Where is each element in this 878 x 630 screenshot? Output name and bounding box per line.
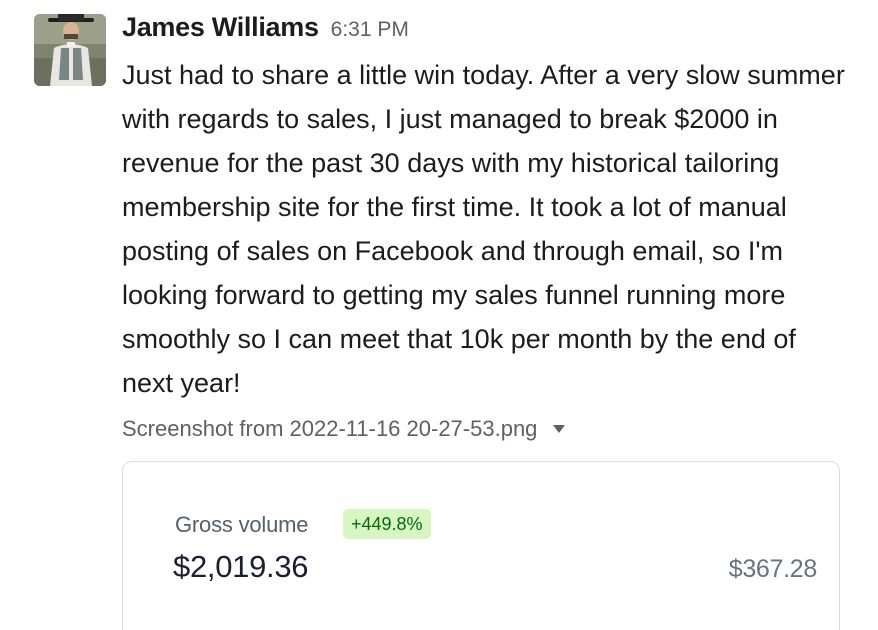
message-text: Just had to share a little win today. Af… [122,60,845,398]
metric-previous-value: $367.28 [728,555,818,583]
caret-down-icon[interactable] [553,425,566,433]
author-name[interactable]: James Williams [122,12,319,42]
user-avatar[interactable] [34,14,106,86]
message: James Williams 6:31 PM Just had to share … [0,0,878,630]
metric-value: $2,019.36 [173,549,309,584]
message-header: James Williams 6:31 PM [122,12,409,43]
metric-change-badge: +449.8% [343,509,431,539]
attachment-preview[interactable]: Gross volume +449.8% $2,019.36 $367.28 [122,461,840,630]
avatar-photo [34,14,106,86]
attachment-file-name[interactable]: Screenshot from 2022-11-16 20-27-53.png [122,416,537,442]
message-timestamp[interactable]: 6:31 PM [331,18,409,41]
attachment-header: Screenshot from 2022-11-16 20-27-53.png [122,416,566,442]
metric-label: Gross volume [175,512,309,537]
